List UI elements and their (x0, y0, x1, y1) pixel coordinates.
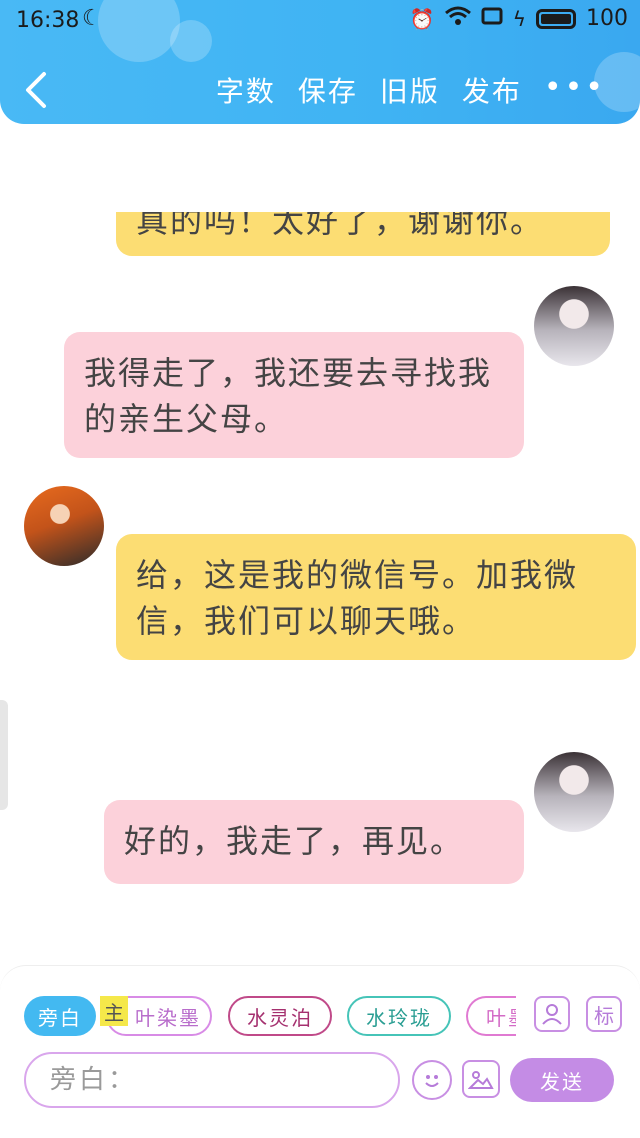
wifi-icon (444, 6, 471, 31)
avatar[interactable] (534, 752, 614, 832)
character-chip-narration[interactable]: 旁白 (24, 996, 96, 1036)
character-chip-yemo[interactable]: 叶墨 (466, 996, 516, 1036)
character-manage-icon[interactable] (534, 996, 570, 1032)
message-text: 我得走了，我还要去寻找我的亲生父母。 (84, 354, 493, 438)
word-count-button[interactable]: 字数 (216, 70, 276, 110)
message-input[interactable]: 旁白： (24, 1052, 400, 1108)
character-chip-shuilingbo[interactable]: 水灵泊 (228, 996, 332, 1036)
chip-label: 叶墨 (486, 1005, 516, 1030)
avatar[interactable] (534, 286, 614, 366)
charging-icon: ϟ (512, 6, 526, 31)
send-button[interactable]: 发送 (510, 1058, 614, 1102)
emoji-icon[interactable] (412, 1060, 452, 1100)
status-time: 16:38 (16, 8, 80, 33)
header-nav: 字数 保存 旧版 发布 ••• (216, 70, 606, 110)
mark-button[interactable]: 标 (586, 996, 622, 1032)
more-menu-icon[interactable]: ••• (544, 70, 606, 110)
scroll-mask (0, 124, 640, 212)
character-chip-shuilinglong[interactable]: 水玲珑 (347, 996, 451, 1036)
publish-button[interactable]: 发布 (462, 70, 522, 110)
main-character-tag: 主 (100, 996, 128, 1026)
old-version-button[interactable]: 旧版 (380, 70, 440, 110)
top-header: 16:38 ☾ ⏰ ϟ 100 字数 保存 旧版 发布 ••• (0, 0, 640, 124)
status-bar: 16:38 ☾ ⏰ ϟ 100 (0, 0, 640, 44)
bottom-toolbar: 旁白 叶染墨 主 水灵泊 水玲珑 叶墨 标 旁白： 发送 (0, 965, 640, 1138)
alarm-icon: ⏰ (409, 6, 435, 31)
screen-rotate-icon (481, 6, 503, 31)
battery-icon (536, 8, 576, 29)
message-bubble[interactable]: 我得走了，我还要去寻找我的亲生父母。 (64, 332, 524, 458)
message-bubble[interactable]: 好的，我走了，再见。 (104, 800, 524, 884)
message-text: 给，这是我的微信号。加我微信，我们可以聊天哦。 (136, 556, 579, 640)
image-icon[interactable] (462, 1060, 500, 1098)
moon-icon: ☾ (82, 6, 102, 31)
avatar[interactable] (24, 486, 104, 566)
save-button[interactable]: 保存 (298, 70, 358, 110)
message-bubble[interactable]: 给，这是我的微信号。加我微信，我们可以聊天哦。 (116, 534, 636, 660)
back-arrow-icon[interactable] (22, 70, 48, 110)
side-drawer-handle[interactable] (0, 700, 8, 810)
battery-level: 100 (586, 6, 628, 31)
message-text: 好的，我走了，再见。 (124, 822, 465, 860)
